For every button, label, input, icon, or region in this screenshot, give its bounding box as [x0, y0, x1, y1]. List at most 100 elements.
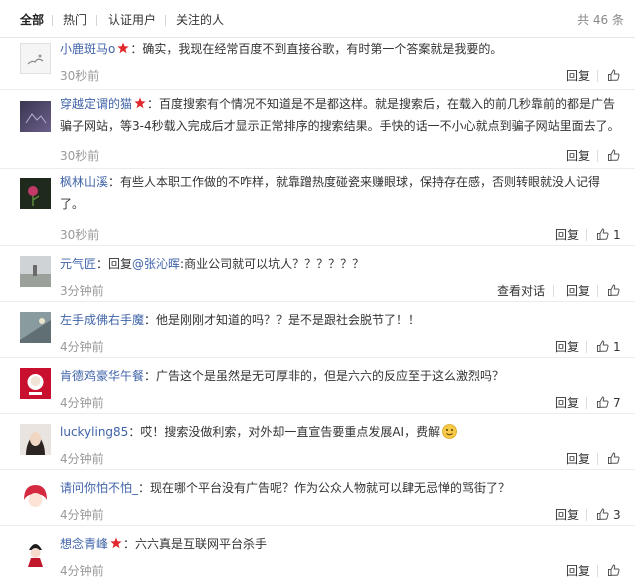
- like-button[interactable]: [607, 68, 621, 84]
- avatar[interactable]: [20, 101, 51, 132]
- comment-username[interactable]: 小鹿斑马o: [60, 42, 115, 56]
- comment-time: 30秒前: [60, 149, 100, 163]
- action-divider: [553, 285, 554, 297]
- comment-body: 穿越定谓的猫 ：百度搜索有个情况不知道是不是都这样。就是搜索后，在载入的前几秒靠前…: [60, 93, 620, 137]
- tab-divider: [165, 15, 166, 26]
- action-divider: [597, 565, 598, 577]
- reply-button[interactable]: 回复: [555, 340, 579, 354]
- comment-time: 30秒前: [60, 228, 100, 242]
- reply-button[interactable]: 回复: [555, 508, 579, 522]
- smiley-emoji-icon: [442, 424, 457, 439]
- reply-button[interactable]: 回复: [566, 452, 590, 466]
- thumbs-up-icon: [597, 508, 609, 520]
- comment-text: ：他是刚刚才知道的吗？？是不是跟社会脱节了！！: [144, 313, 421, 327]
- comment-username[interactable]: luckyling85: [60, 425, 128, 439]
- avatar[interactable]: [20, 536, 51, 567]
- thumbs-up-icon: [608, 149, 620, 161]
- thumbs-up-icon: [597, 340, 609, 352]
- comment-username[interactable]: 左手成佛右手魔: [60, 313, 144, 327]
- comment-item: 请问你怕不怕_：现在哪个平台没有广告呢？作为公众人物就可以肆无忌惮的骂街了？ 4…: [0, 470, 635, 526]
- action-divider: [597, 285, 598, 297]
- thumbs-up-icon: [597, 396, 609, 408]
- avatar[interactable]: [20, 178, 51, 209]
- thumbs-up-icon: [597, 228, 609, 240]
- comment-username[interactable]: 穿越定谓的猫: [60, 97, 132, 111]
- comment-body: 请问你怕不怕_：现在哪个平台没有广告呢？作为公众人物就可以肆无忌惮的骂街了？: [60, 477, 620, 499]
- view-conversation-button[interactable]: 查看对话: [497, 284, 545, 298]
- comment-time: 4分钟前: [60, 340, 104, 354]
- tab-following[interactable]: 关注的人: [176, 13, 224, 27]
- comment-username[interactable]: 肯德鸡豪华午餐: [60, 369, 144, 383]
- comment-body: 肯德鸡豪华午餐：广告这个是虽然是无可厚非的，但是六六的反应至于这么激烈吗？: [60, 365, 620, 387]
- thumbs-up-icon: [608, 452, 620, 464]
- tab-divider: [52, 15, 53, 26]
- comment-body: 小鹿斑马o ：确实，我现在经常百度不到直接谷歌，有时第一个答案就是我要的。: [60, 38, 620, 60]
- avatar[interactable]: [20, 480, 51, 511]
- avatar[interactable]: [20, 312, 51, 343]
- action-divider: [597, 150, 598, 162]
- comment-body: 枫林山溪：有些人本职工作做的不咋样，就靠蹭热度碰瓷来赚眼球，保持存在感，否则转眼…: [60, 171, 620, 215]
- like-button[interactable]: 1: [596, 339, 621, 355]
- like-button[interactable]: [607, 148, 621, 164]
- comment-time: 4分钟前: [60, 396, 104, 410]
- thumbs-up-icon: [608, 284, 620, 296]
- avatar[interactable]: [20, 43, 51, 74]
- like-button[interactable]: 3: [596, 507, 621, 523]
- comment-item: 元气匠：回复@张沁晖:商业公司就可以坑人？？？？？？ 3分钟前 查看对话 回复: [0, 246, 635, 302]
- comment-item: 枫林山溪：有些人本职工作做的不咋样，就靠蹭热度碰瓷来赚眼球，保持存在感，否则转眼…: [0, 169, 635, 246]
- like-count: 1: [613, 340, 621, 354]
- comment-username[interactable]: 元气匠: [60, 257, 96, 271]
- avatar[interactable]: [20, 368, 51, 399]
- comment-text: ：有些人本职工作做的不咋样，就靠蹭热度碰瓷来赚眼球，保持存在感，否则转眼就没人记…: [60, 175, 601, 211]
- comment-text: ：哎！搜索没做利索，对外却一直宣告要重点发展AI，费解: [128, 425, 441, 439]
- thumbs-up-icon: [608, 69, 620, 81]
- comment-username[interactable]: 请问你怕不怕_: [60, 481, 138, 495]
- like-button[interactable]: [607, 451, 621, 467]
- thumbs-up-icon: [608, 564, 620, 576]
- reply-button[interactable]: 回复: [555, 228, 579, 242]
- comment-item: 小鹿斑马o ：确实，我现在经常百度不到直接谷歌，有时第一个答案就是我要的。 30秒…: [0, 38, 635, 90]
- comment-username[interactable]: 想念青峰: [60, 537, 108, 551]
- comment-body: 元气匠：回复@张沁晖:商业公司就可以坑人？？？？？？: [60, 253, 620, 275]
- reply-prefix: ：回复: [96, 257, 133, 271]
- action-divider: [586, 397, 587, 409]
- comment-time: 3分钟前: [60, 284, 104, 298]
- avatar[interactable]: [20, 256, 51, 287]
- comment-item: 肯德鸡豪华午餐：广告这个是虽然是无可厚非的，但是六六的反应至于这么激烈吗？ 4分…: [0, 358, 635, 414]
- reply-button[interactable]: 回复: [566, 564, 590, 578]
- like-button[interactable]: 7: [596, 395, 621, 411]
- comment-time: 30秒前: [60, 69, 100, 83]
- reply-button[interactable]: 回复: [566, 284, 590, 298]
- comment-body: luckyling85：哎！搜索没做利索，对外却一直宣告要重点发展AI，费解: [60, 421, 620, 443]
- mention-link[interactable]: @张沁晖: [132, 257, 180, 271]
- like-count: 1: [613, 228, 621, 242]
- comment-text: ：广告这个是虽然是无可厚非的，但是六六的反应至于这么激烈吗？: [144, 369, 505, 383]
- comment-text: ：确实，我现在经常百度不到直接谷歌，有时第一个答案就是我要的。: [130, 42, 503, 56]
- reply-button[interactable]: 回复: [566, 149, 590, 163]
- tab-verified-users[interactable]: 认证用户: [108, 13, 156, 27]
- comment-time: 4分钟前: [60, 508, 104, 522]
- vip-star-icon: [134, 97, 146, 109]
- reply-button[interactable]: 回复: [555, 396, 579, 410]
- vip-star-icon: [117, 42, 129, 54]
- like-button[interactable]: [607, 563, 621, 579]
- tab-divider: [96, 15, 97, 26]
- reply-button[interactable]: 回复: [566, 69, 590, 83]
- comment-total-count: 共 46 条: [577, 13, 624, 27]
- action-divider: [597, 453, 598, 465]
- action-divider: [586, 229, 587, 241]
- comment-text: ：现在哪个平台没有广告呢？作为公众人物就可以肆无忌惮的骂街了？: [138, 481, 511, 495]
- comment-time: 4分钟前: [60, 452, 104, 466]
- comment-item: 左手成佛右手魔：他是刚刚才知道的吗？？是不是跟社会脱节了！！ 4分钟前 回复 1: [0, 302, 635, 358]
- comment-username[interactable]: 枫林山溪: [60, 175, 108, 189]
- avatar[interactable]: [20, 424, 51, 455]
- like-count: 7: [613, 396, 621, 410]
- like-button[interactable]: [607, 283, 621, 299]
- like-count: 3: [613, 508, 621, 522]
- tab-all[interactable]: 全部: [20, 13, 44, 27]
- comment-item: luckyling85：哎！搜索没做利索，对外却一直宣告要重点发展AI，费解 4…: [0, 414, 635, 470]
- comment-filter-tabs: 全部 热门 认证用户 关注的人 共 46 条: [0, 0, 635, 38]
- like-button[interactable]: 1: [596, 227, 621, 243]
- comment-time: 4分钟前: [60, 564, 104, 578]
- tab-hot[interactable]: 热门: [63, 13, 87, 27]
